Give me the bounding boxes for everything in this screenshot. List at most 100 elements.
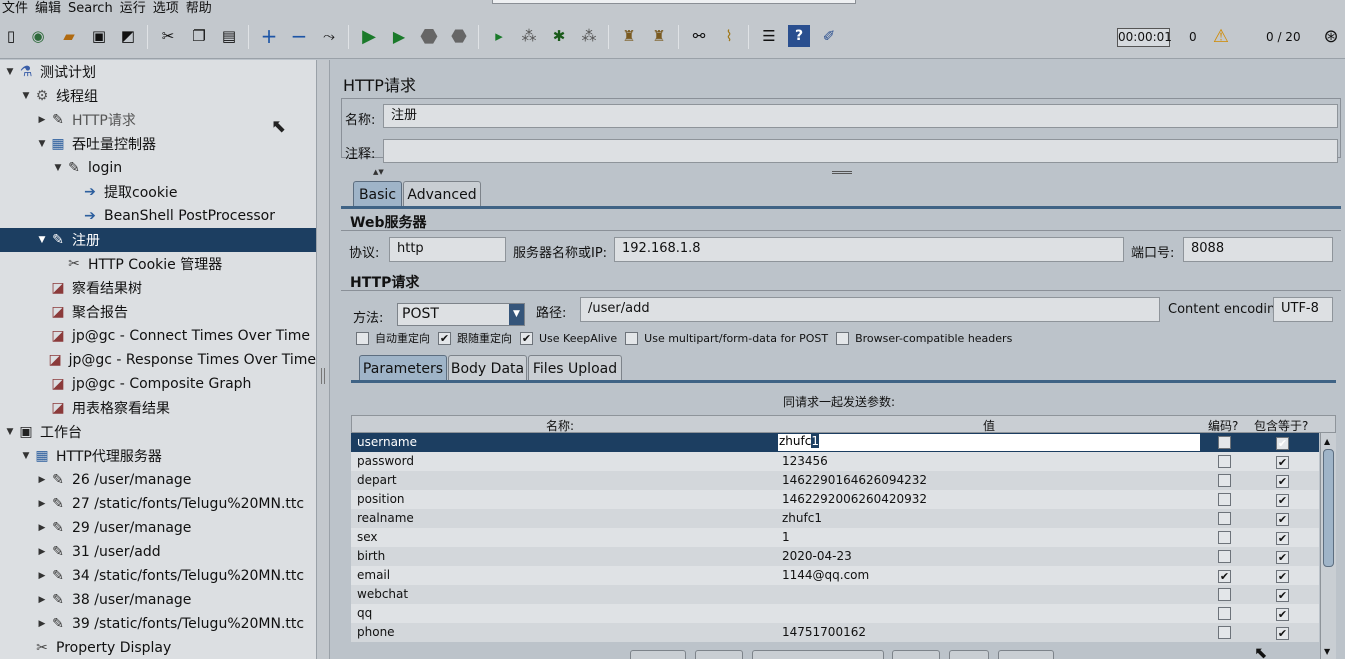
- tree-node[interactable]: ◪ 聚合报告: [0, 300, 316, 324]
- param-name[interactable]: password: [357, 454, 414, 468]
- tree-node[interactable]: ◪ jp@gc - Connect Times Over Time: [0, 324, 316, 348]
- option-checkbox[interactable]: 自动重定向: [356, 330, 430, 346]
- param-name[interactable]: depart: [357, 473, 397, 487]
- tab-body-data[interactable]: Body Data: [448, 355, 527, 381]
- shutdown-icon[interactable]: ⬣: [448, 25, 470, 47]
- comment-field[interactable]: [383, 139, 1338, 163]
- encoding-field[interactable]: UTF-8: [1273, 297, 1333, 322]
- include-equals-checked-icon[interactable]: ✔: [1276, 512, 1289, 526]
- tree-node[interactable]: ▶ ✎ 31 /user/add: [0, 540, 316, 564]
- tree-node[interactable]: ▼ ⚗ 测试计划: [0, 60, 316, 84]
- cut-icon[interactable]: ✂: [157, 25, 179, 47]
- column-encode[interactable]: 编码?: [1208, 417, 1238, 434]
- start-no-pause-icon[interactable]: ▶: [388, 25, 410, 47]
- search-icon[interactable]: ⚯: [688, 25, 710, 47]
- collapsed-icon[interactable]: ▶: [36, 571, 48, 581]
- tree-node[interactable]: ▼ ▣ 工作台: [0, 420, 316, 444]
- param-value[interactable]: 123456: [782, 454, 828, 468]
- name-field[interactable]: 注册: [383, 104, 1338, 128]
- collapsed-icon[interactable]: ▶: [36, 499, 48, 509]
- tree-node[interactable]: ◪ jp@gc - Composite Graph: [0, 372, 316, 396]
- table-row[interactable]: username zhufc1 ✔: [351, 433, 1319, 452]
- scroll-down-icon[interactable]: ▼: [1324, 647, 1330, 656]
- resize-handle[interactable]: [832, 171, 852, 174]
- tree-node[interactable]: ▶ ✎ 34 /static/fonts/Telugu%20MN.ttc: [0, 564, 316, 588]
- param-name[interactable]: username: [357, 435, 417, 449]
- table-row[interactable]: email 1144@qq.com ✔ ✔: [351, 566, 1319, 585]
- tree-node[interactable]: ▶ ✎ 38 /user/manage: [0, 588, 316, 612]
- tree-node[interactable]: ◪ 用表格察看结果: [0, 396, 316, 420]
- expanded-icon[interactable]: ▼: [4, 427, 16, 437]
- tree-node[interactable]: ✂ Property Display: [0, 636, 316, 659]
- tree-node[interactable]: ▶ ✎ 29 /user/manage: [0, 516, 316, 540]
- encode-unchecked-icon[interactable]: [1218, 626, 1231, 642]
- remote-stop-icon[interactable]: ⁂: [518, 25, 540, 47]
- encode-unchecked-icon[interactable]: [1218, 474, 1231, 490]
- column-name[interactable]: 名称:: [546, 417, 574, 434]
- tree-node[interactable]: ▶ ✎ 26 /user/manage: [0, 468, 316, 492]
- table-row[interactable]: password 123456 ✔: [351, 452, 1319, 471]
- collapsed-icon[interactable]: ▶: [36, 595, 48, 605]
- tab-files-upload[interactable]: Files Upload: [528, 355, 622, 381]
- encode-unchecked-icon[interactable]: [1218, 607, 1231, 623]
- tree-node[interactable]: ➔ 提取cookie: [0, 180, 316, 204]
- menu-item-2[interactable]: Search: [66, 1, 118, 16]
- method-select[interactable]: POST ▼: [397, 303, 525, 326]
- option-checkbox[interactable]: ✔ Use KeepAlive: [520, 331, 617, 345]
- tree-node[interactable]: ▼ ✎ 注册: [0, 228, 316, 252]
- expanded-icon[interactable]: ▼: [20, 451, 32, 461]
- start-icon[interactable]: ▶: [358, 25, 380, 47]
- scroll-up-icon[interactable]: ▲: [1324, 437, 1330, 446]
- include-equals-checked-icon[interactable]: ✔: [1276, 493, 1289, 507]
- encode-unchecked-icon[interactable]: [1218, 512, 1231, 528]
- table-row[interactable]: realname zhufc1 ✔: [351, 509, 1319, 528]
- save-as-icon[interactable]: ◩: [117, 25, 139, 47]
- table-row[interactable]: sex 1 ✔: [351, 528, 1319, 547]
- param-value[interactable]: 2020-04-23: [782, 549, 852, 563]
- include-equals-checked-icon[interactable]: ✔: [1276, 588, 1289, 602]
- remote-shutdown-icon[interactable]: ⁂: [578, 25, 600, 47]
- option-checkbox[interactable]: Use multipart/form-data for POST: [625, 331, 828, 345]
- path-field[interactable]: /user/add: [580, 297, 1160, 322]
- tree-node[interactable]: ✂ HTTP Cookie 管理器: [0, 252, 316, 276]
- protocol-field[interactable]: http: [389, 237, 506, 262]
- tree-node[interactable]: ▶ ✎ HTTP请求: [0, 108, 316, 132]
- server-field[interactable]: 192.168.1.8: [614, 237, 1124, 262]
- status-indicator-icon[interactable]: ⊛: [1320, 25, 1342, 47]
- tree-node[interactable]: ➔ BeanShell PostProcessor: [0, 204, 316, 228]
- add-from-clipboard-button[interactable]: [752, 650, 884, 659]
- param-name[interactable]: birth: [357, 549, 385, 563]
- expanded-icon[interactable]: ▼: [4, 67, 16, 77]
- toggle-icon[interactable]: ⤳: [318, 25, 340, 47]
- tree-node[interactable]: ▼ ▦ 吞吐量控制器: [0, 132, 316, 156]
- open-icon[interactable]: ▰: [58, 25, 80, 47]
- table-scrollbar[interactable]: ▲ ▼: [1320, 433, 1336, 659]
- function-helper-icon[interactable]: ☰: [758, 25, 780, 47]
- table-row[interactable]: birth 2020-04-23 ✔: [351, 547, 1319, 566]
- expanded-icon[interactable]: ▼: [36, 139, 48, 149]
- menu-item-1[interactable]: 编辑: [33, 1, 66, 16]
- table-row[interactable]: webchat ✔: [351, 585, 1319, 604]
- tab-basic[interactable]: Basic: [353, 181, 402, 207]
- unchecked-box-icon[interactable]: [625, 331, 639, 345]
- checked-box-icon[interactable]: ✔: [520, 331, 533, 345]
- include-equals-checked-icon[interactable]: ✔: [1276, 569, 1289, 583]
- reset-search-icon[interactable]: ⌇: [718, 25, 740, 47]
- encode-unchecked-icon[interactable]: [1218, 455, 1231, 471]
- table-row[interactable]: qq ✔: [351, 604, 1319, 623]
- table-row[interactable]: depart 1462290164626094232 ✔: [351, 471, 1319, 490]
- chevron-down-icon[interactable]: ▼: [509, 304, 524, 325]
- pane-splitter[interactable]: [316, 60, 330, 659]
- expanded-icon[interactable]: ▼: [20, 91, 32, 101]
- param-value-editor[interactable]: zhufc1: [778, 434, 1200, 451]
- collapsed-icon[interactable]: ▶: [36, 475, 48, 485]
- log-viewer-icon[interactable]: ✐: [818, 25, 840, 47]
- tab-parameters[interactable]: Parameters: [359, 355, 447, 381]
- encode-unchecked-icon[interactable]: [1218, 531, 1231, 547]
- param-value[interactable]: zhufc1: [782, 511, 822, 525]
- tab-advanced[interactable]: Advanced: [403, 181, 481, 207]
- collapse-icon[interactable]: −: [288, 24, 310, 48]
- encode-unchecked-icon[interactable]: [1218, 436, 1231, 452]
- tree-node[interactable]: ▶ ✎ 39 /static/fonts/Telugu%20MN.ttc: [0, 612, 316, 636]
- table-row[interactable]: phone 14751700162 ✔: [351, 623, 1319, 642]
